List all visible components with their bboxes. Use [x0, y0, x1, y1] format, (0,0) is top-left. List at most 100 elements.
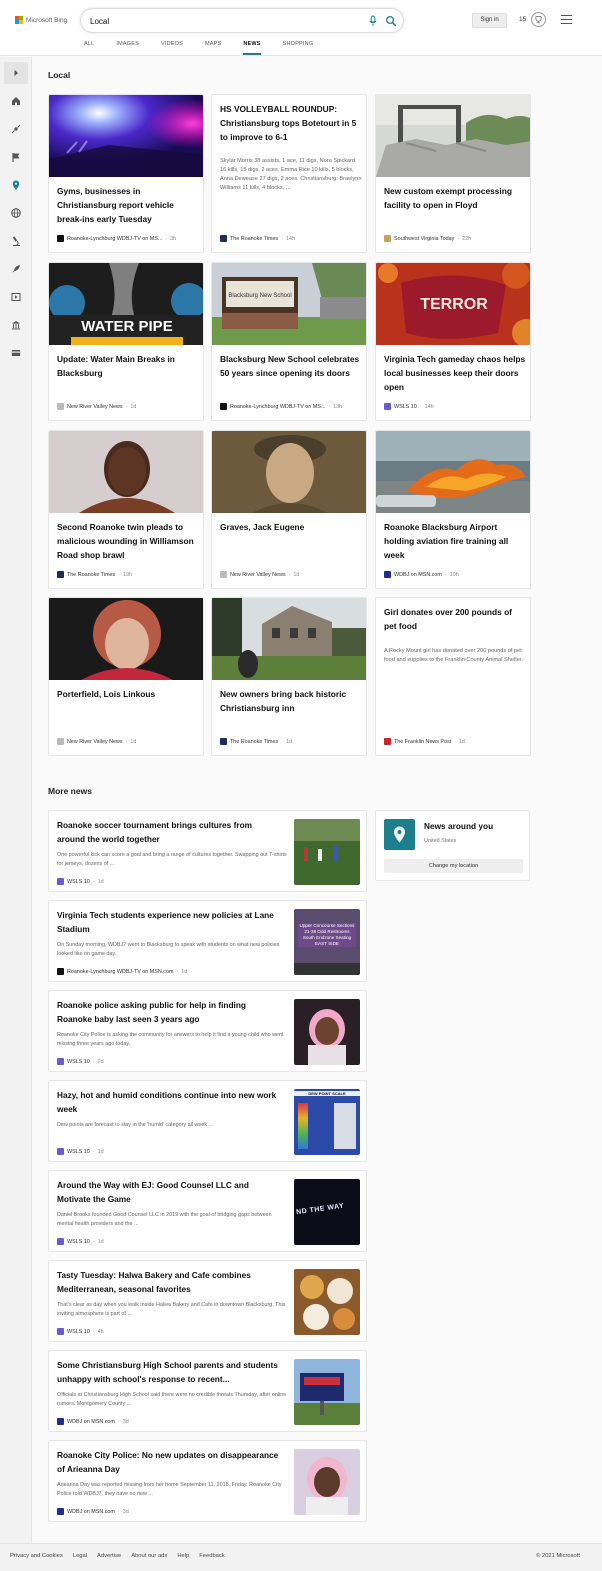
- bing-logo[interactable]: Microsoft Bing: [15, 16, 67, 24]
- card-description: Skylar Morris 38 assists, 1 ace, 11 digs…: [220, 158, 362, 191]
- source-logo-icon: [57, 738, 64, 745]
- news-item-title[interactable]: Tasty Tuesday: Halwa Bakery and Cafe com…: [57, 1269, 279, 1297]
- news-item-source: WDBJ on MSN.com · 3d: [57, 1418, 129, 1425]
- source-time: 3h: [170, 235, 177, 242]
- footer-link-feedback[interactable]: Feedback: [199, 1553, 224, 1559]
- source-name: WSLS 10: [394, 403, 417, 410]
- news-card[interactable]: Porterfield, Lois Linkous New River Vall…: [48, 597, 204, 756]
- tab-shopping[interactable]: SHOPPING: [283, 39, 314, 55]
- news-card[interactable]: Second Roanoke twin pleads to malicious …: [48, 430, 204, 589]
- news-item-title[interactable]: Roanoke City Police: No new updates on d…: [57, 1449, 279, 1477]
- news-list-item[interactable]: Some Christiansburg High School parents …: [48, 1350, 367, 1432]
- tab-maps[interactable]: MAPS: [205, 39, 221, 55]
- card-source: New River Valley News · 1d: [57, 403, 136, 410]
- rewards-count[interactable]: 15: [519, 16, 526, 23]
- news-item-source: WSLS 10 · 1d: [57, 1148, 104, 1155]
- flag-icon[interactable]: [10, 151, 22, 163]
- globe-icon[interactable]: [10, 207, 22, 219]
- source-time: 1d: [181, 968, 188, 975]
- news-item-title[interactable]: Around the Way with EJ: Good Counsel LLC…: [57, 1179, 279, 1207]
- source-logo-icon: [57, 1328, 64, 1335]
- logo-text: Microsoft Bing: [26, 16, 68, 24]
- high-school-sign-thumbnail: [294, 1359, 360, 1425]
- home-icon[interactable]: [10, 95, 22, 107]
- location-icon[interactable]: [10, 179, 22, 191]
- news-item-title[interactable]: Roanoke police asking public for help in…: [57, 999, 279, 1027]
- news-card[interactable]: New owners bring back historic Christian…: [211, 597, 367, 756]
- film-icon[interactable]: [10, 291, 22, 303]
- sidebar: [0, 57, 32, 1543]
- source-logo-icon: [57, 968, 64, 975]
- microphone-icon[interactable]: [367, 15, 379, 27]
- news-list-item[interactable]: Roanoke soccer tournament brings culture…: [48, 810, 367, 892]
- news-card[interactable]: New custom exempt processing facility to…: [375, 94, 531, 253]
- news-list-item[interactable]: Around the Way with EJ: Good Counsel LLC…: [48, 1170, 367, 1252]
- card-title[interactable]: Roanoke Blacksburg Airport holding aviat…: [384, 521, 526, 562]
- rewards-trophy-icon[interactable]: [531, 12, 546, 27]
- news-card[interactable]: Roanoke Blacksburg Airport holding aviat…: [375, 430, 531, 589]
- news-card[interactable]: Gyms, businesses in Christiansburg repor…: [48, 94, 204, 253]
- card-title[interactable]: Second Roanoke twin pleads to malicious …: [57, 521, 199, 562]
- news-item-title[interactable]: Virginia Tech students experience new po…: [57, 909, 279, 937]
- news-item-title[interactable]: Some Christiansburg High School parents …: [57, 1359, 279, 1387]
- news-item-source: WSLS 10 · 4h: [57, 1328, 104, 1335]
- footer-link-about-our-ads[interactable]: About our ads: [131, 1553, 167, 1559]
- footer-link-help[interactable]: Help: [177, 1553, 189, 1559]
- news-list-item[interactable]: Virginia Tech students experience new po…: [48, 900, 367, 982]
- card-title[interactable]: Porterfield, Lois Linkous: [57, 688, 199, 702]
- rocket-icon[interactable]: [10, 263, 22, 275]
- missing-child-thumbnail: [294, 1449, 360, 1515]
- hamburger-menu-icon[interactable]: [561, 15, 572, 25]
- source-time: 19h: [123, 571, 133, 578]
- card-title[interactable]: Gyms, businesses in Christiansburg repor…: [57, 185, 199, 226]
- card-title[interactable]: HS VOLLEYBALL ROUNDUP: Christiansburg to…: [220, 103, 362, 144]
- news-list-item[interactable]: Tasty Tuesday: Halwa Bakery and Cafe com…: [48, 1260, 367, 1342]
- footer-link-privacy-and-cookies[interactable]: Privacy and Cookies: [10, 1553, 63, 1559]
- news-card[interactable]: Graves, Jack Eugene New River Valley New…: [211, 430, 367, 589]
- tab-news[interactable]: NEWS: [243, 39, 261, 55]
- news-item-title[interactable]: Roanoke soccer tournament brings culture…: [57, 819, 279, 847]
- news-item-title[interactable]: Hazy, hot and humid conditions continue …: [57, 1089, 279, 1117]
- card-title[interactable]: New custom exempt processing facility to…: [384, 185, 526, 213]
- microscope-icon[interactable]: [10, 235, 22, 247]
- sign-in-button[interactable]: Sign in: [472, 13, 507, 28]
- news-card[interactable]: Girl donates over 200 pounds of pet food…: [375, 597, 531, 756]
- card-title[interactable]: Update: Water Main Breaks in Blacksburg: [57, 353, 199, 381]
- footer-link-legal[interactable]: Legal: [73, 1553, 87, 1559]
- card-title[interactable]: Virginia Tech gameday chaos helps local …: [384, 353, 526, 394]
- search-icon[interactable]: [385, 15, 397, 27]
- news-list-item[interactable]: Roanoke City Police: No new updates on d…: [48, 1440, 367, 1522]
- footer-link-advertise[interactable]: Advertise: [97, 1553, 121, 1559]
- card-icon[interactable]: [10, 347, 22, 359]
- news-card[interactable]: HS VOLLEYBALL ROUNDUP: Christiansburg to…: [211, 94, 367, 253]
- school-sign-image: Blacksburg New School: [212, 263, 366, 345]
- chevron-right-icon[interactable]: [10, 67, 22, 79]
- change-location-button[interactable]: Change my location: [384, 859, 523, 873]
- source-time: 1d: [293, 571, 300, 578]
- news-card[interactable]: WATER PIPE Update: Water Main Breaks in …: [48, 262, 204, 421]
- soccer-tournament-thumbnail: [294, 819, 360, 885]
- card-title[interactable]: Blacksburg New School celebrates 50 year…: [220, 353, 362, 381]
- satellite-icon[interactable]: [10, 123, 22, 135]
- news-list-item[interactable]: Roanoke police asking public for help in…: [48, 990, 367, 1072]
- source-name: WSLS 10: [67, 1148, 90, 1155]
- tab-videos[interactable]: VIDEOS: [161, 39, 183, 55]
- card-title[interactable]: Graves, Jack Eugene: [220, 521, 362, 535]
- card-title[interactable]: New owners bring back historic Christian…: [220, 688, 362, 716]
- news-item-description: Roanoke City Police is asking the commun…: [57, 1032, 284, 1047]
- tab-all[interactable]: ALL: [84, 39, 94, 55]
- news-card[interactable]: TERROR Virginia Tech gameday chaos helps…: [375, 262, 531, 421]
- dew-point-scale-thumbnail: DEW POINT SCALE: [294, 1089, 360, 1155]
- news-card[interactable]: Blacksburg New School Blacksburg New Sch…: [211, 262, 367, 421]
- news-list-item[interactable]: Hazy, hot and humid conditions continue …: [48, 1080, 367, 1162]
- source-time: 1d: [97, 878, 104, 885]
- source-time: 1d: [97, 1148, 104, 1155]
- source-logo-icon: [57, 1058, 64, 1065]
- card-title[interactable]: Girl donates over 200 pounds of pet food: [384, 606, 526, 634]
- tab-images[interactable]: IMAGES: [116, 39, 139, 55]
- bank-icon[interactable]: [10, 319, 22, 331]
- source-time: 1d: [459, 738, 466, 745]
- more-news-section-title: More news: [48, 786, 92, 796]
- copyright: © 2021 Microsoft: [536, 1553, 580, 1559]
- search-input[interactable]: [90, 14, 340, 28]
